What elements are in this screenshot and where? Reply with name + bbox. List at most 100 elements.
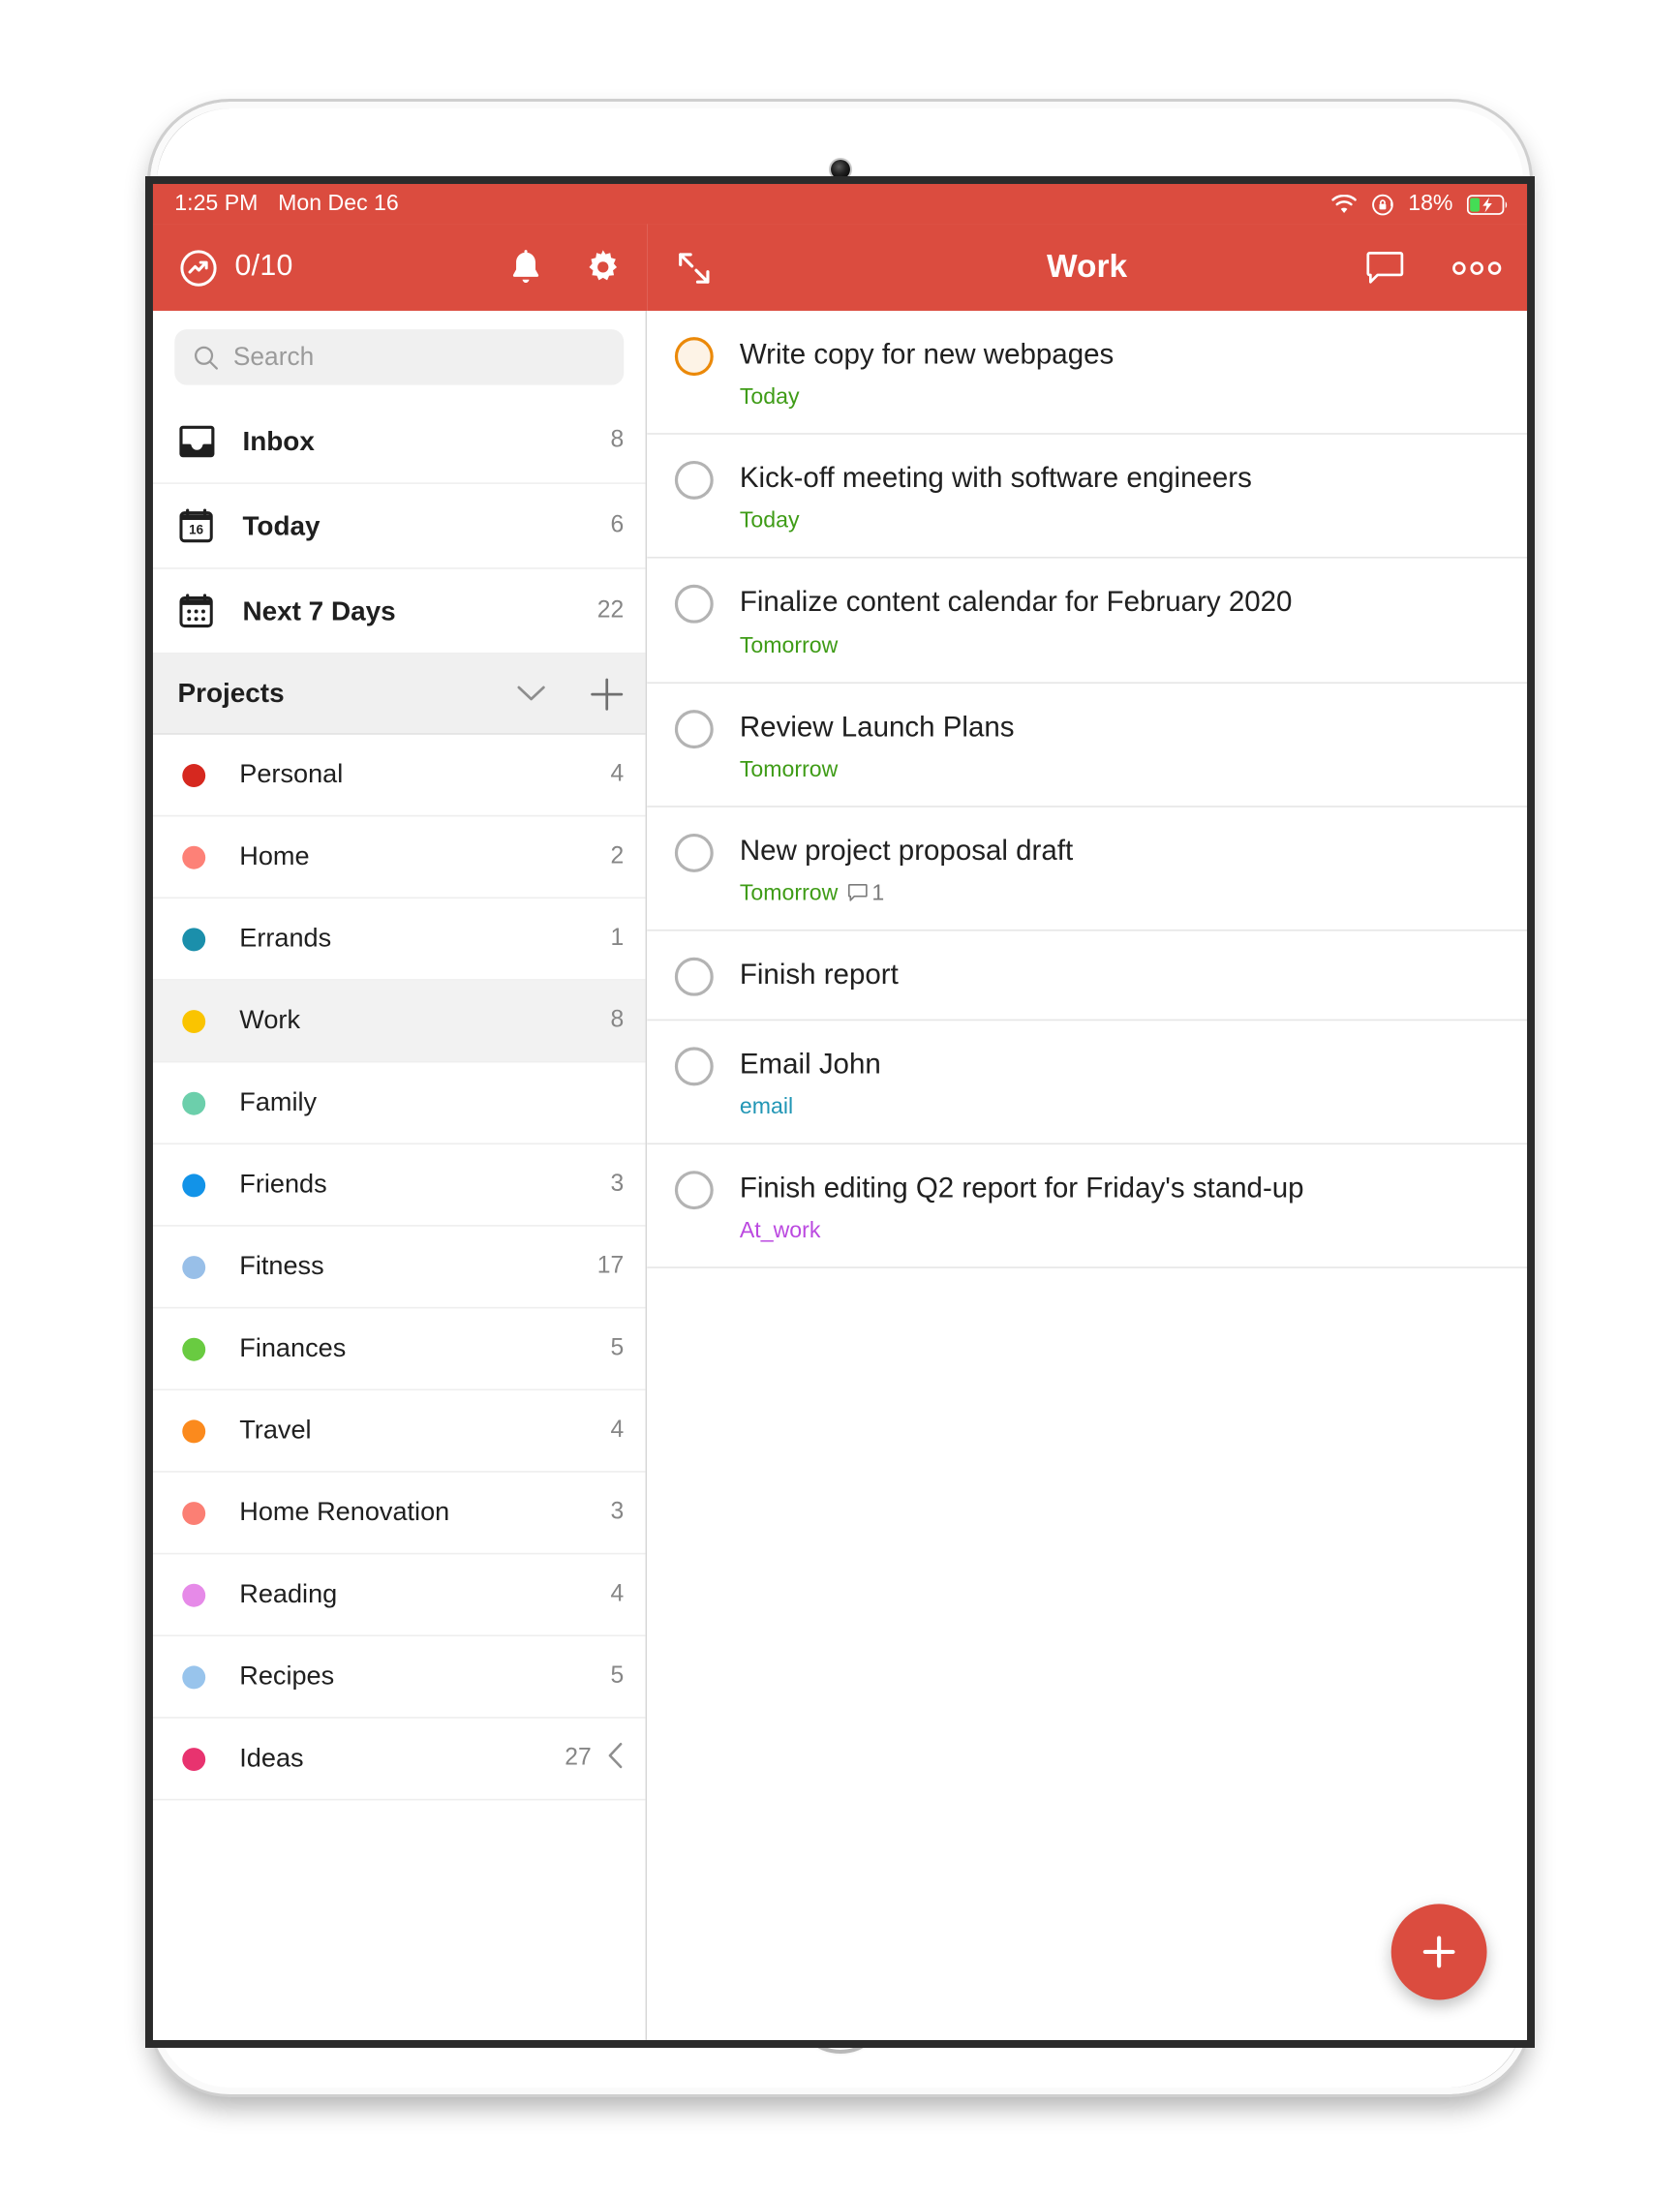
project-row-right: 5 (611, 1335, 625, 1363)
project-label: Family (239, 1086, 318, 1117)
task-list-pane: Write copy for new webpages Today Kick-off… (647, 310, 1528, 2041)
task-meta: At_work (740, 1219, 1304, 1244)
task-meta: Tomorrow (740, 633, 1293, 658)
comment-icon[interactable] (1365, 248, 1405, 287)
project-count: 4 (610, 760, 625, 788)
project-label: Errands (239, 923, 332, 953)
task-checkbox[interactable] (674, 1171, 714, 1210)
project-count: 27 (565, 1744, 592, 1772)
project-count: 5 (610, 1334, 625, 1361)
status-bar: 1:25 PM Mon Dec 16 18% (152, 183, 1528, 225)
task-row[interactable]: Finalize content calendar for February 2… (647, 559, 1528, 684)
task-row[interactable]: Write copy for new webpages Today (647, 311, 1528, 436)
task-checkbox[interactable] (674, 833, 714, 872)
project-color-dot (182, 1009, 206, 1033)
task-meta: Today (740, 509, 1252, 534)
project-row-right: 1 (611, 925, 625, 953)
productivity-icon[interactable] (179, 248, 218, 287)
task-checkbox[interactable] (674, 585, 714, 625)
task-body: Email John email (739, 1046, 881, 1120)
expand-icon[interactable] (675, 248, 714, 287)
sidebar-item-next-7-days[interactable]: Next 7 Days 22 (152, 569, 646, 655)
task-checkbox[interactable] (674, 709, 714, 748)
status-date: Mon Dec 16 (278, 191, 399, 217)
sidebar-project-errands[interactable]: Errands 1 (152, 899, 646, 981)
project-label: Finances (239, 1332, 347, 1363)
task-checkbox[interactable] (674, 1047, 714, 1086)
sidebar-project-family[interactable]: Family (152, 1062, 646, 1145)
sidebar-project-personal[interactable]: Personal 4 (152, 735, 646, 817)
project-color-dot (182, 1173, 206, 1197)
task-checkbox[interactable] (674, 337, 714, 377)
task-title: Finish report (739, 957, 899, 991)
sidebar-project-fitness[interactable]: Fitness 17 (152, 1227, 646, 1309)
project-row-right: 3 (611, 1499, 625, 1527)
task-body: Write copy for new webpages Today (739, 336, 1114, 411)
gear-icon[interactable] (584, 248, 623, 287)
task-row[interactable]: Review Launch Plans Tomorrow (647, 683, 1528, 808)
app-toolbar-row: 0/10 Work (152, 224, 1528, 311)
task-row[interactable]: Email John email (647, 1021, 1528, 1145)
sidebar-project-home-renovation[interactable]: Home Renovation 3 (152, 1473, 646, 1555)
project-label: Home Renovation (239, 1497, 450, 1527)
project-color-dot (182, 1255, 206, 1279)
task-title: Kick-off meeting with software engineers (739, 461, 1252, 494)
sidebar-project-reading[interactable]: Reading 4 (152, 1554, 646, 1637)
task-row[interactable]: Finish editing Q2 report for Friday's st… (647, 1144, 1528, 1269)
chevron-down-icon[interactable] (516, 684, 547, 704)
project-color-dot (182, 763, 206, 787)
task-title: Review Launch Plans (739, 709, 1015, 742)
status-bar-left: 1:25 PM Mon Dec 16 (174, 192, 398, 217)
status-time: 1:25 PM (174, 191, 259, 217)
sidebar-project-ideas[interactable]: Ideas 27 (152, 1719, 646, 1801)
battery-percent: 18% (1408, 191, 1453, 217)
sidebar-project-recipes[interactable]: Recipes 5 (152, 1636, 646, 1719)
task-comment-count: 1 (847, 881, 884, 906)
task-row[interactable]: New project proposal draft Tomorrow 1 (647, 807, 1528, 931)
bell-icon[interactable] (508, 248, 544, 287)
project-color-dot (182, 1090, 206, 1114)
task-label[interactable]: At_work (740, 1219, 821, 1244)
project-row-right: 4 (611, 1581, 625, 1609)
task-title: Email John (739, 1047, 881, 1080)
task-checkbox[interactable] (674, 461, 714, 501)
task-row[interactable]: Finish report (647, 930, 1528, 1021)
add-task-button[interactable] (1390, 1904, 1487, 2000)
plus-icon[interactable] (590, 677, 624, 711)
sidebar-project-travel[interactable]: Travel 4 (152, 1390, 646, 1473)
plus-icon (1418, 1931, 1461, 1974)
task-label[interactable]: email (740, 1095, 793, 1120)
sidebar-item-count: 8 (610, 426, 625, 453)
project-label: Travel (239, 1415, 312, 1445)
sidebar-item-count: 6 (610, 511, 625, 538)
task-due-date: Today (739, 384, 800, 411)
sidebar-project-finances[interactable]: Finances 5 (152, 1308, 646, 1391)
sidebar-project-friends[interactable]: Friends 3 (152, 1144, 646, 1227)
project-toolbar: Work (647, 224, 1528, 311)
svg-text:16: 16 (189, 523, 203, 537)
calendar-week-icon (177, 593, 217, 629)
project-row-right: 2 (611, 843, 625, 871)
sidebar-item-label: Next 7 Days (242, 594, 396, 626)
project-label: Home (239, 840, 310, 871)
search-box[interactable] (174, 329, 625, 385)
search-input[interactable] (232, 342, 606, 373)
task-meta: Tomorrow (740, 757, 1015, 782)
sidebar-item-today[interactable]: 16 Today 6 (152, 484, 646, 569)
sidebar-project-home[interactable]: Home 2 (152, 816, 646, 899)
chevron-left-icon[interactable] (607, 1741, 625, 1777)
karma-count[interactable]: 0/10 (234, 251, 292, 285)
task-checkbox[interactable] (674, 957, 714, 996)
project-list: Personal 4 Home 2 Errands 1 Work 8 Family Friends… (152, 735, 646, 2040)
project-label: Recipes (239, 1661, 335, 1691)
sidebar-item-inbox[interactable]: Inbox 8 (152, 399, 646, 484)
task-row[interactable]: Kick-off meeting with software engineers… (647, 435, 1528, 560)
task-body: Finish editing Q2 report for Friday's st… (740, 1170, 1304, 1244)
project-color-dot (182, 1664, 206, 1689)
project-color-dot (182, 1582, 206, 1606)
sidebar-project-work[interactable]: Work 8 (152, 980, 646, 1063)
sidebar-toolbar: 0/10 (152, 224, 648, 311)
more-options-icon[interactable] (1451, 259, 1503, 276)
project-row-right: 4 (611, 761, 625, 789)
project-label: Work (239, 1005, 301, 1035)
